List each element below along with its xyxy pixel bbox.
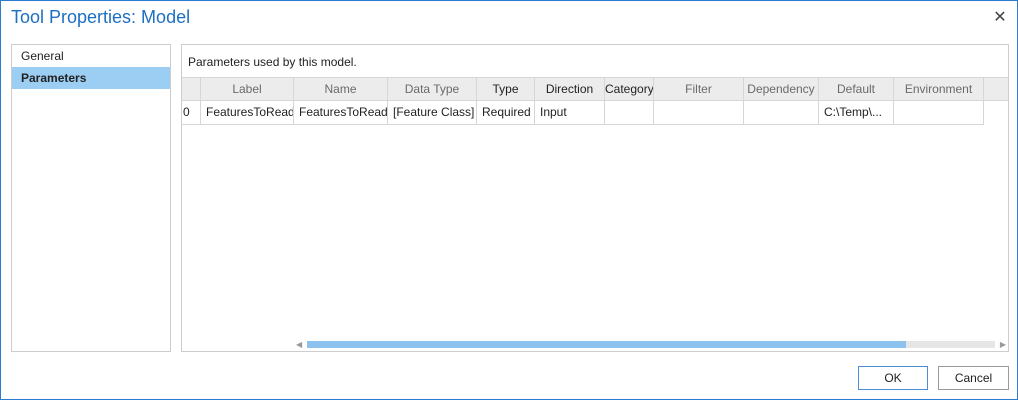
scroll-thumb[interactable] [307,341,906,348]
dialog-title: Tool Properties: Model [11,7,191,27]
scroll-left-icon[interactable]: ◀ [296,340,302,349]
cell-extra [984,101,1008,125]
cell-category[interactable] [605,101,654,125]
cell-type[interactable]: Required [477,101,535,125]
column-header-label[interactable]: Label [201,77,294,101]
tool-properties-dialog: Tool Properties: Model ✕ General Paramet… [0,0,1018,400]
scroll-track[interactable] [307,341,995,348]
row-index[interactable]: 0 [182,101,201,125]
cell-default[interactable]: C:\Temp\... [819,101,894,125]
column-header-dependency[interactable]: Dependency [744,77,819,101]
column-header-direction[interactable]: Direction [535,77,605,101]
parameters-panel: Parameters used by this model. Label Nam… [181,44,1009,352]
sidebar-item-general[interactable]: General [12,45,170,67]
sidebar: General Parameters [11,44,171,352]
horizontal-scrollbar[interactable]: ◀ ▶ [296,339,1006,349]
column-header-name[interactable]: Name [294,77,388,101]
cell-dependency[interactable] [744,101,819,125]
table-row[interactable]: 0 FeaturesToRead FeaturesToRead [Feature… [182,101,1008,125]
ok-button[interactable]: OK [858,366,928,390]
column-header-category[interactable]: Category [605,77,654,101]
grid-header-row: Label Name Data Type Type Direction Cate… [182,77,1008,101]
parameters-grid: Label Name Data Type Type Direction Cate… [182,77,1008,125]
close-icon[interactable]: ✕ [992,9,1008,26]
cell-name[interactable]: FeaturesToRead [294,101,388,125]
panel-description: Parameters used by this model. [188,55,357,69]
cell-label[interactable]: FeaturesToRead [201,101,294,125]
column-header-filter[interactable]: Filter [654,77,744,101]
scroll-right-icon[interactable]: ▶ [1000,340,1006,349]
header-row-selector [182,77,201,101]
column-header-type[interactable]: Type [477,77,535,101]
sidebar-item-parameters[interactable]: Parameters [12,67,170,89]
cancel-button[interactable]: Cancel [938,366,1009,390]
cell-environment[interactable] [894,101,984,125]
column-header-environment[interactable]: Environment [894,77,984,101]
cell-data-type[interactable]: [Feature Class] [388,101,477,125]
column-header-extra [984,77,1008,101]
cell-direction[interactable]: Input [535,101,605,125]
column-header-default[interactable]: Default [819,77,894,101]
cell-filter[interactable] [654,101,744,125]
column-header-data-type[interactable]: Data Type [388,77,477,101]
